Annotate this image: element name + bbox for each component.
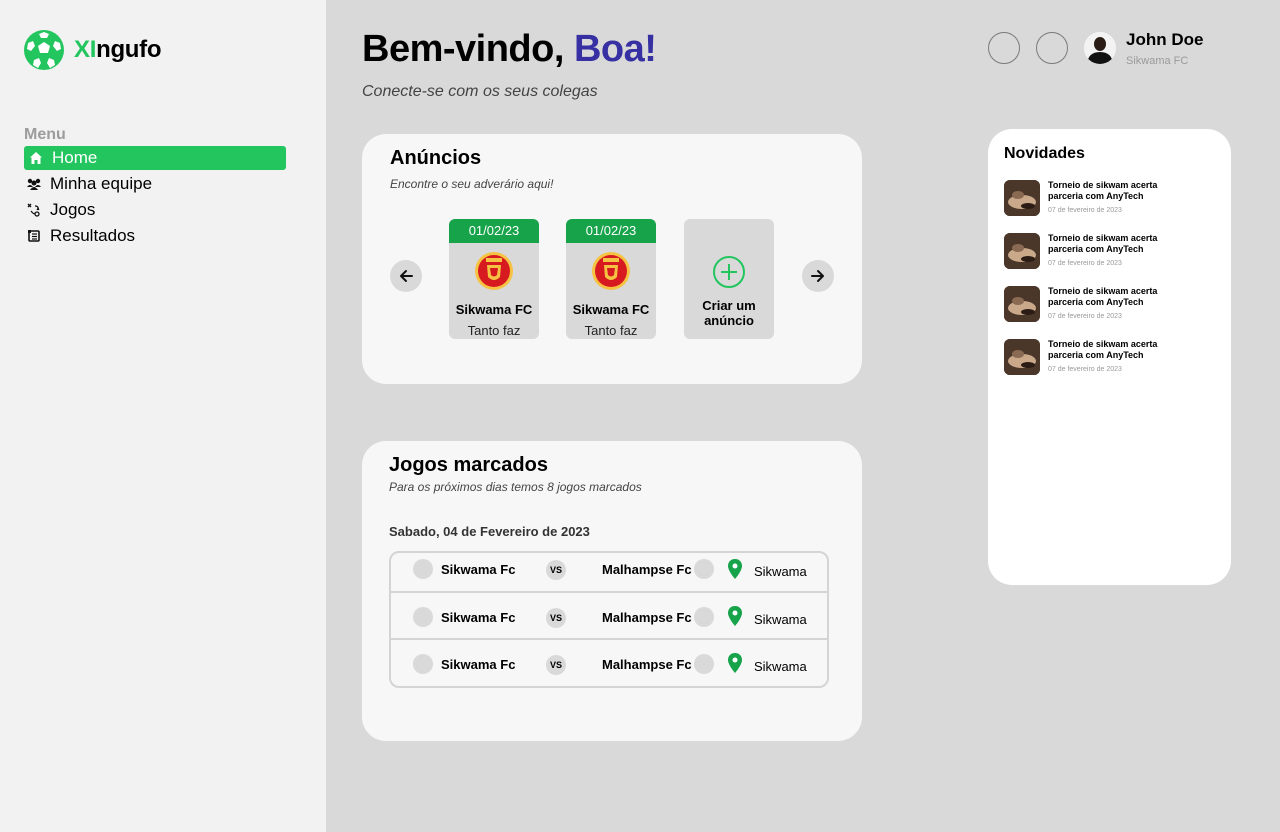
ad-date: 01/02/23 (566, 219, 656, 243)
team-crest-icon (475, 252, 513, 290)
ads-card: Anúncios Encontre o seu adverário aqui! … (362, 134, 862, 384)
logo[interactable]: XIngufo (24, 30, 162, 70)
team-badge (694, 607, 714, 627)
home-team: Sikwama Fc (441, 610, 516, 625)
news-item[interactable]: Torneio de sikwam acerta parceria com An… (1004, 233, 1214, 273)
arrow-right-icon (811, 270, 824, 282)
user-name: John Doe (1126, 30, 1204, 49)
news-thumbnail (1004, 339, 1040, 375)
sidebar-item-label: Home (52, 148, 98, 167)
settings-button[interactable] (1036, 32, 1068, 64)
game-location: Sikwama (754, 564, 807, 579)
sidebar-item-resultados[interactable]: Resultados (24, 224, 286, 248)
games-title: Jogos marcados (389, 454, 548, 476)
sidebar-item-label: Jogos (50, 200, 96, 219)
vs-badge: VS (546, 608, 566, 628)
page-title: Bem-vindo, Boa! (362, 28, 657, 70)
user-team: Sikwama FC (1126, 55, 1189, 67)
team-badge (413, 607, 433, 627)
arrow-left-icon (400, 270, 413, 282)
sidebar-item-jogos[interactable]: Jogos (24, 198, 286, 222)
news-thumbnail (1004, 233, 1040, 269)
sidebar-item-label: Minha equipe (50, 174, 153, 193)
home-team: Sikwama Fc (441, 562, 516, 577)
news-date: 07 de fevereiro de 2023 (1048, 366, 1122, 373)
location-pin-icon (728, 606, 742, 626)
home-icon (28, 150, 44, 166)
team-badge (413, 559, 433, 579)
avatar (1084, 32, 1116, 64)
news-headline: Torneio de sikwam acerta parceria com An… (1048, 286, 1158, 307)
news-thumbnail (1004, 286, 1040, 322)
notification-button[interactable] (988, 32, 1020, 64)
news-card: Novidades Torneio de sikwam acerta parce… (988, 129, 1231, 585)
news-headline: Torneio de sikwam acerta parceria com An… (1048, 339, 1158, 360)
table-row[interactable]: Sikwama Fc VS Malhampse Fc Sikwama (391, 591, 827, 638)
game-location: Sikwama (754, 612, 807, 627)
team-icon (26, 176, 42, 192)
away-team: Malhampse Fc (602, 610, 692, 625)
news-item[interactable]: Torneio de sikwam acerta parceria com An… (1004, 286, 1214, 326)
ad-note: Tanto faz (584, 323, 638, 338)
tactics-icon (26, 202, 42, 218)
user-profile[interactable]: John Doe Sikwama FC (1084, 30, 1203, 67)
menu-heading: Menu (24, 126, 66, 143)
team-badge (694, 559, 714, 579)
soccer-ball-icon (24, 30, 64, 70)
sidebar-item-home[interactable]: Home (24, 146, 286, 170)
ad-card[interactable]: 01/02/23 Sikwama FC Tanto faz (566, 219, 656, 339)
carousel-next-button[interactable] (802, 260, 834, 292)
sidebar-item-label: Resultados (50, 226, 136, 245)
ad-date: 01/02/23 (449, 219, 539, 243)
game-location: Sikwama (754, 659, 807, 674)
team-badge (694, 654, 714, 674)
ad-card[interactable]: 01/02/23 Sikwama FC Tanto faz (449, 219, 539, 339)
news-date: 07 de fevereiro de 2023 (1048, 207, 1122, 214)
news-date: 07 de fevereiro de 2023 (1048, 260, 1122, 267)
ads-title: Anúncios (390, 147, 482, 169)
ads-subtitle: Encontre o seu adverário aqui! (390, 177, 554, 191)
games-card: Jogos marcados Para os próximos dias tem… (362, 441, 862, 741)
away-team: Malhampse Fc (602, 657, 692, 672)
games-table: Sikwama Fc VS Malhampse Fc Sikwama Sikwa… (389, 551, 829, 688)
ad-note: Tanto faz (467, 323, 521, 338)
create-ad-button[interactable]: Criar um anúncio (684, 219, 774, 339)
away-team: Malhampse Fc (602, 562, 692, 577)
ad-team: Sikwama FC (455, 302, 533, 317)
news-headline: Torneio de sikwam acerta parceria com An… (1048, 180, 1158, 201)
table-row[interactable]: Sikwama Fc VS Malhampse Fc Sikwama (391, 553, 827, 591)
create-ad-label: Criar um anúncio (702, 298, 756, 328)
news-title: Novidades (1004, 145, 1085, 162)
news-headline: Torneio de sikwam acerta parceria com An… (1048, 233, 1158, 254)
app-name: XIngufo (74, 36, 162, 63)
news-item[interactable]: Torneio de sikwam acerta parceria com An… (1004, 180, 1214, 220)
location-pin-icon (728, 559, 742, 579)
ad-team: Sikwama FC (572, 302, 650, 317)
home-team: Sikwama Fc (441, 657, 516, 672)
team-badge (413, 654, 433, 674)
page-subtitle: Conecte-se com os seus colegas (362, 83, 598, 100)
sidebar-item-minha-equipe[interactable]: Minha equipe (24, 172, 286, 196)
news-item[interactable]: Torneio de sikwam acerta parceria com An… (1004, 339, 1214, 379)
news-thumbnail (1004, 180, 1040, 216)
carousel-prev-button[interactable] (390, 260, 422, 292)
plus-circle-icon (713, 256, 745, 288)
location-pin-icon (728, 653, 742, 673)
vs-badge: VS (546, 560, 566, 580)
games-date-heading: Sabado, 04 de Fevereiro de 2023 (389, 524, 590, 539)
scroll-icon (26, 228, 42, 244)
team-crest-icon (592, 252, 630, 290)
table-row[interactable]: Sikwama Fc VS Malhampse Fc Sikwama (391, 638, 827, 686)
vs-badge: VS (546, 655, 566, 675)
sidebar: XIngufo Menu Home Minha equipe Jogos Res (0, 0, 326, 832)
news-date: 07 de fevereiro de 2023 (1048, 313, 1122, 320)
sidebar-menu: Home Minha equipe Jogos Resultados (24, 146, 286, 250)
games-subtitle: Para os próximos dias temos 8 jogos marc… (389, 480, 642, 494)
user-greeting-name: Boa! (573, 28, 657, 70)
